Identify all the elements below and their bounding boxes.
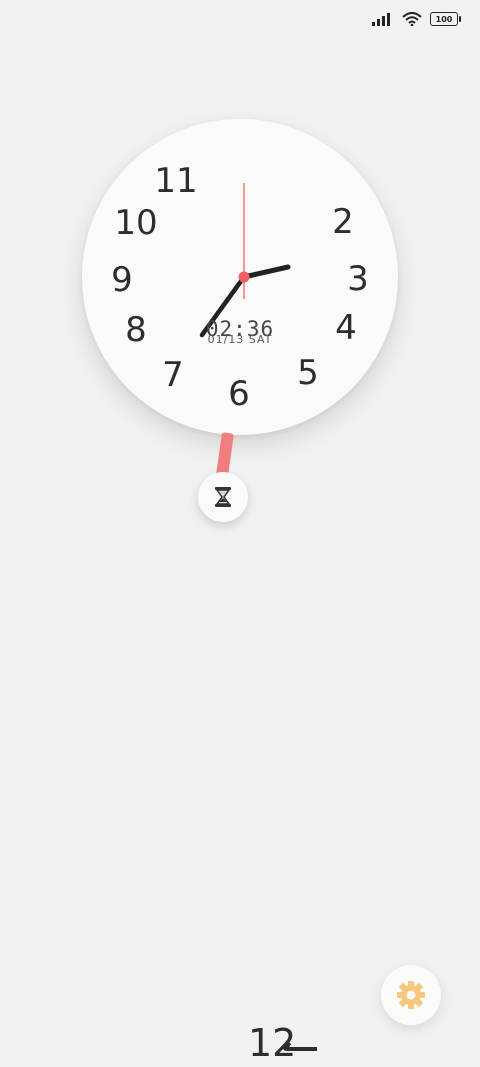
- clock-numeral-7: 7: [162, 355, 184, 395]
- hourglass-icon: [215, 487, 231, 507]
- battery-level: 100: [435, 14, 453, 24]
- wifi-icon: [402, 12, 422, 26]
- bottom-clock-hand: [287, 1047, 317, 1051]
- gear-icon: [397, 981, 425, 1009]
- clock-numeral-10: 10: [114, 203, 158, 243]
- clock-numeral-9: 9: [111, 260, 133, 300]
- analog-clock[interactable]: 2 3 4 5 6 7 8 9 10 11 02:36 01/13 SAT: [82, 119, 398, 435]
- clock-numeral-11: 11: [154, 161, 198, 201]
- hour-hand: [241, 264, 291, 280]
- app-screen: 100 2 3 4 5 6 7 8 9 10 11 02:36 01/13 SA…: [0, 0, 480, 1067]
- clock-numeral-6: 6: [228, 374, 250, 414]
- clock-center-pin: [238, 271, 250, 283]
- clock-numeral-8: 8: [125, 310, 147, 350]
- timer-button[interactable]: [198, 472, 248, 522]
- clock-numeral-4: 4: [335, 308, 357, 348]
- settings-button[interactable]: [381, 965, 441, 1025]
- clock-numeral-5: 5: [297, 353, 319, 393]
- signal-bars-icon: [372, 13, 390, 26]
- digital-date: 01/13 SAT: [207, 333, 273, 346]
- battery-icon: 100: [430, 12, 461, 26]
- clock-numeral-3: 3: [347, 259, 369, 299]
- clock-numeral-2: 2: [332, 202, 354, 242]
- pendulum-rod: [215, 432, 234, 478]
- status-bar: 100: [0, 0, 480, 44]
